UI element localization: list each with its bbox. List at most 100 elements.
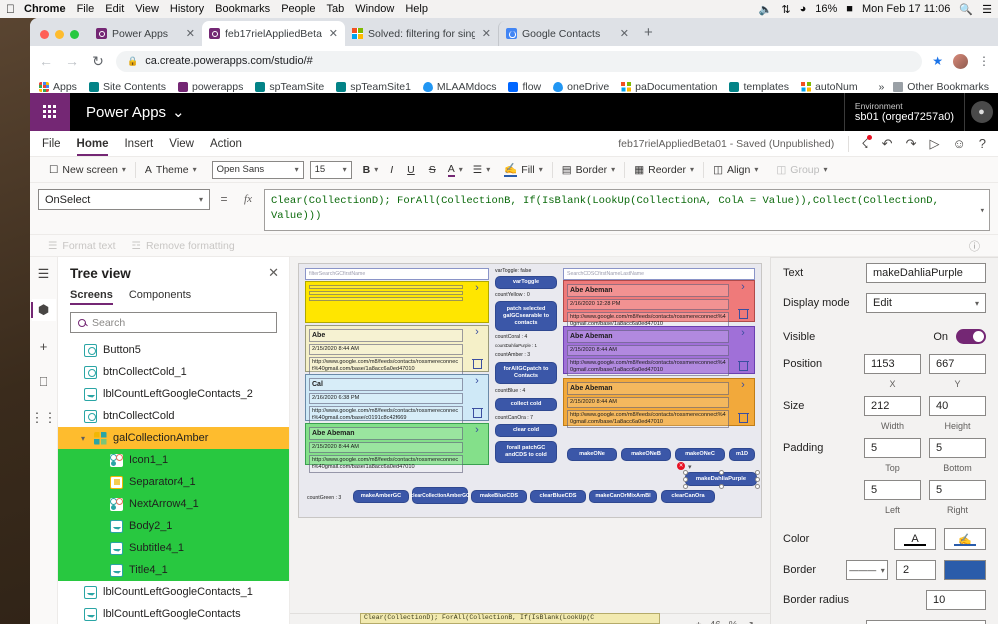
make-blue-cds-button[interactable]: makeBlueCDS bbox=[471, 490, 527, 503]
border-width-input[interactable]: 2 bbox=[896, 560, 936, 580]
close-tab-icon[interactable]: ✕ bbox=[620, 27, 629, 40]
close-tab-icon[interactable]: ✕ bbox=[329, 27, 338, 40]
visible-toggle[interactable] bbox=[956, 329, 986, 344]
chevron-down-icon[interactable]: ▾ bbox=[81, 434, 85, 443]
tab-power-apps[interactable]: Power Apps ✕ bbox=[89, 21, 202, 46]
ribbon-view[interactable]: View bbox=[169, 134, 194, 154]
chevron-down-icon[interactable]: ▾ bbox=[980, 204, 985, 219]
tab-google-contacts[interactable]: Google Contacts ✕ bbox=[498, 21, 636, 46]
font-family-select[interactable]: Open Sans ▾ bbox=[211, 160, 304, 179]
padding-right-input[interactable]: 5 bbox=[929, 480, 986, 500]
app-checker-icon[interactable]: ☇ bbox=[861, 134, 873, 152]
bookmarks-overflow-icon[interactable]: » bbox=[878, 81, 884, 93]
property-select[interactable]: OnSelect ▾ bbox=[38, 189, 210, 210]
bookmark-other-bookmarks[interactable]: Other Bookmarks bbox=[893, 81, 989, 93]
resize-handle-se[interactable] bbox=[754, 483, 760, 489]
window-controls[interactable] bbox=[36, 30, 89, 46]
tab-feb17rielappliedbeta01[interactable]: feb17rielAppliedBeta01 - Saved ✕ bbox=[202, 21, 345, 46]
bookmark-onedrive[interactable]: oneDrive bbox=[553, 81, 609, 93]
tree-view-icon[interactable]: ⬢ bbox=[30, 299, 56, 321]
remove-formatting-button[interactable]: ☲ Remove formatting bbox=[132, 240, 235, 252]
error-icon[interactable]: ✕ bbox=[677, 462, 685, 470]
tree-search-input[interactable]: Search bbox=[70, 312, 277, 333]
next-arrow-icon[interactable]: › bbox=[475, 425, 479, 436]
resize-handle-n[interactable] bbox=[718, 469, 724, 475]
chevron-down-icon[interactable]: ▾ bbox=[688, 463, 692, 471]
data-icon[interactable]: ⎕ bbox=[32, 371, 56, 393]
resize-handle-s[interactable] bbox=[718, 483, 724, 489]
tree-node-galcollectionamber[interactable]: ▾ galCollectionAmber bbox=[58, 427, 289, 449]
align-menu-button[interactable]: ◫ Align ▾ bbox=[704, 160, 767, 180]
cds-card-amber[interactable]: Abe Abeman 2/15/2020 8:44 AM http://www.… bbox=[563, 378, 755, 428]
clear-blue-cds-button[interactable]: clearBlueCDS bbox=[530, 490, 586, 503]
forall-gcpatch-to-contacts-button[interactable]: forAllGCpatch to Contacts bbox=[495, 362, 557, 384]
make-one-button[interactable]: makeONe bbox=[567, 448, 617, 461]
tree-node-body2-1[interactable]: Body2_1 bbox=[58, 515, 289, 537]
cds-card-purple[interactable]: Abe Abeman 2/15/2020 8:44 AM http://www.… bbox=[563, 326, 755, 376]
clock[interactable]: Mon Feb 17 11:06 bbox=[862, 3, 950, 15]
menu-view[interactable]: View bbox=[135, 3, 159, 15]
menu-bookmarks[interactable]: Bookmarks bbox=[215, 3, 270, 15]
tree-node-lblcountleftgooglecontacts-2[interactable]: lblCountLeftGoogleContacts_2 bbox=[58, 383, 289, 405]
menu-people[interactable]: People bbox=[281, 3, 315, 15]
profile-avatar[interactable] bbox=[953, 53, 968, 69]
bookmark-templates[interactable]: templates bbox=[729, 81, 789, 93]
padding-bottom-input[interactable]: 5 bbox=[929, 438, 986, 458]
text-input[interactable]: makeDahliaPurple bbox=[866, 263, 986, 283]
bookmark-mlaamdocs[interactable]: MLAAMdocs bbox=[422, 81, 496, 93]
delete-icon[interactable] bbox=[737, 360, 749, 371]
new-tab-button[interactable]: + bbox=[636, 24, 661, 46]
tab-components[interactable]: Components bbox=[129, 289, 191, 305]
reorder-button[interactable]: ▦ Reorder ▾ bbox=[625, 160, 703, 180]
size-height-input[interactable]: 40 bbox=[929, 396, 986, 416]
brand-area[interactable]: Power Apps ⌄ bbox=[70, 93, 201, 131]
tab-screens[interactable]: Screens bbox=[70, 289, 113, 305]
format-text-button[interactable]: ☰ Format text bbox=[48, 240, 116, 252]
fx-icon[interactable]: fx bbox=[238, 189, 258, 210]
tree-node-btncollectcold[interactable]: btnCollectCold bbox=[58, 405, 289, 427]
menu-chrome[interactable]: Chrome bbox=[24, 3, 66, 15]
text-color-button[interactable]: A bbox=[894, 528, 936, 550]
zoom-in-button[interactable]: + bbox=[696, 620, 702, 624]
ribbon-action[interactable]: Action bbox=[210, 134, 242, 154]
next-arrow-icon[interactable]: › bbox=[475, 376, 479, 387]
bookmark-flow[interactable]: flow bbox=[508, 81, 541, 93]
gallery-card-yellow[interactable]: › bbox=[305, 281, 489, 323]
insert-plus-icon[interactable]: + bbox=[32, 335, 56, 357]
next-arrow-icon[interactable]: › bbox=[741, 328, 745, 339]
italic-button[interactable]: I bbox=[383, 160, 400, 180]
tree-node-btncollectcold-1[interactable]: btnCollectCold_1 bbox=[58, 361, 289, 383]
make-onec-button[interactable]: makeONeC bbox=[675, 448, 725, 461]
tree-node-lblcountleftgooglecontacts[interactable]: lblCountLeftGoogleContacts bbox=[58, 603, 289, 624]
reload-icon[interactable]: ↻ bbox=[90, 53, 106, 70]
app-launcher-icon[interactable] bbox=[30, 93, 70, 131]
search-cdsc-firstname-lastname-input[interactable]: SearchCDSCfirstNameLastName bbox=[563, 268, 755, 280]
fit-screen-icon[interactable]: ↗ bbox=[746, 620, 754, 624]
next-arrow-icon[interactable]: › bbox=[475, 327, 479, 338]
formula-input[interactable]: Clear(CollectionD); ForAll(CollectionB, … bbox=[264, 189, 990, 231]
environment-picker[interactable]: Environment sb01 (orged7257a0) bbox=[843, 93, 964, 131]
padding-left-input[interactable]: 5 bbox=[864, 480, 921, 500]
next-arrow-icon[interactable]: › bbox=[741, 380, 745, 391]
play-preview-icon[interactable]: ▷ bbox=[929, 136, 939, 152]
font-size-select[interactable]: 15 ▾ bbox=[309, 160, 352, 179]
strikethrough-button[interactable]: S bbox=[422, 160, 443, 180]
resize-handle-ne[interactable] bbox=[754, 469, 760, 475]
patch-selected-galgcsearable-button[interactable]: patch selected galGCsearable to contacts bbox=[495, 301, 557, 331]
bookmark-spteamsite[interactable]: spTeamSite bbox=[255, 81, 324, 93]
menu-file[interactable]: File bbox=[77, 3, 95, 15]
new-screen-button[interactable]: ☐ New screen ▾ bbox=[40, 160, 135, 180]
bold-button[interactable]: B ▾ bbox=[358, 160, 384, 180]
ribbon-home[interactable]: Home bbox=[76, 134, 108, 156]
undo-icon[interactable]: ↶ bbox=[882, 136, 893, 152]
control-center-icon[interactable]: ☰ bbox=[982, 3, 992, 16]
tree-node-title4-1[interactable]: Title4_1 bbox=[58, 559, 289, 581]
clear-cold-button[interactable]: clear cold bbox=[495, 424, 557, 437]
spotlight-search-icon[interactable]: 🔍 bbox=[959, 3, 973, 16]
tree-node-lblcountleftgooglecontacts-1[interactable]: lblCountLeftGoogleContacts_1 bbox=[58, 581, 289, 603]
resize-handle-sw[interactable] bbox=[682, 483, 688, 489]
resize-handle-w[interactable] bbox=[682, 476, 688, 482]
back-arrow-icon[interactable]: ← bbox=[38, 53, 54, 69]
help-circle-icon[interactable]: ⓘ bbox=[969, 238, 980, 254]
share-icon[interactable]: ☺ bbox=[952, 136, 965, 151]
